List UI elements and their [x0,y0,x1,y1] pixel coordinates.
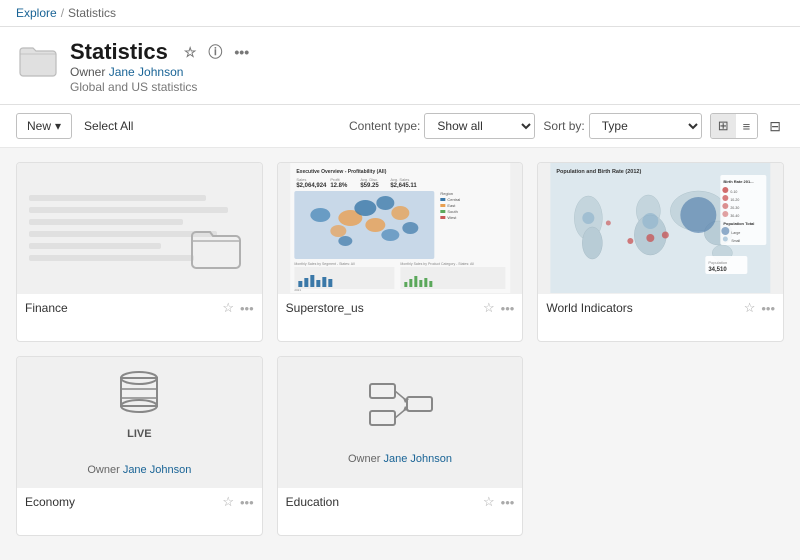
card-superstore-thumb: Executive Overview - Profitability (All)… [278,163,523,293]
owner-line: Owner Jane Johnson [70,65,251,79]
toolbar: New ▾ Select All Content type: Show all … [0,105,800,148]
svg-text:Small: Small [732,239,741,243]
page-header: Statistics ☆ ⓘ ••• Owner Jane Johnson Gl… [0,27,800,105]
svg-text:$2,645.11: $2,645.11 [390,183,417,189]
card-superstore-name: Superstore_us [286,301,364,315]
svg-text:Sales: Sales [296,177,306,182]
economy-more-icon[interactable]: ••• [240,495,254,510]
card-world-footer: World Indicators ☆ ••• [538,293,783,322]
chevron-down-icon: ▾ [55,119,61,133]
svg-text:34,510: 34,510 [709,267,728,273]
svg-text:Monthly Sales by Segment - Sta: Monthly Sales by Segment - States: All [294,262,355,266]
grid-view-button[interactable]: ⊞ [711,114,736,138]
content-type-select[interactable]: Show all Workbooks Views Data Sources Fl… [424,113,535,139]
select-all-button[interactable]: Select All [84,119,133,133]
svg-text:Avg. Disc.: Avg. Disc. [360,177,378,182]
svg-text:Avg. Sales: Avg. Sales [390,177,409,182]
svg-text:Population Total: Population Total [724,221,755,226]
svg-text:12.8%: 12.8% [330,183,348,189]
page-title: Statistics ☆ ⓘ ••• [70,39,251,65]
world-more-icon[interactable]: ••• [761,301,775,316]
sort-by-select[interactable]: Type Name Date Modified Owner [589,113,702,139]
svg-text:Region: Region [440,191,453,196]
svg-text:South: South [447,209,457,214]
superstore-more-icon[interactable]: ••• [501,301,515,316]
svg-text:20-30: 20-30 [731,206,740,210]
education-star-icon[interactable]: ☆ [483,494,495,510]
card-finance-name: Finance [25,301,68,315]
card-education[interactable]: Owner Jane Johnson Education ☆ ••• [277,356,524,536]
card-finance-thumb [17,163,262,293]
superstore-star-icon[interactable]: ☆ [483,300,495,316]
new-button[interactable]: New ▾ [16,113,72,139]
card-superstore-footer: Superstore_us ☆ ••• [278,293,523,322]
svg-text:10-20: 10-20 [731,198,740,202]
description: Global and US statistics [70,80,251,94]
economy-owner: Owner Jane Johnson [87,464,191,476]
card-education-footer: Education ☆ ••• [278,487,523,516]
svg-text:30-40: 30-40 [731,214,740,218]
svg-text:Central: Central [447,197,460,202]
more-options-icon[interactable]: ••• [232,43,251,61]
svg-text:East: East [447,203,456,208]
economy-star-icon[interactable]: ☆ [222,494,234,510]
filter-icon[interactable]: ⊟ [766,115,784,138]
education-owner: Owner Jane Johnson [348,453,452,465]
svg-text:0-10: 0-10 [731,190,738,194]
card-economy-footer: Economy ☆ ••• [17,487,262,516]
svg-text:Monthly Sales by Product Categ: Monthly Sales by Product Category - Stat… [400,262,474,266]
world-star-icon[interactable]: ☆ [744,300,756,316]
svg-text:Population: Population [709,260,728,265]
svg-text:Executive Overview - Profitabi: Executive Overview - Profitability (All) [296,169,386,175]
card-education-name: Education [286,495,339,509]
svg-text:Birth Rate 201...: Birth Rate 201... [724,179,754,184]
card-finance[interactable]: Finance ☆ ••• [16,162,263,342]
list-view-button[interactable]: ≡ [736,115,758,138]
content-type-filter: Content type: Show all Workbooks Views D… [349,113,535,139]
education-more-icon[interactable]: ••• [501,495,515,510]
sort-by-filter: Sort by: Type Name Date Modified Owner [543,113,701,139]
svg-text:$2,064,924: $2,064,924 [296,183,327,189]
live-badge: LIVE [127,428,151,440]
breadcrumb-explore[interactable]: Explore [16,6,57,20]
card-finance-footer: Finance ☆ ••• [17,293,262,322]
favorite-icon[interactable]: ☆ [182,43,199,61]
card-economy[interactable]: LIVE Owner Jane Johnson Economy ☆ ••• [16,356,263,536]
breadcrumb-current: Statistics [68,6,116,20]
finance-more-icon[interactable]: ••• [240,301,254,316]
content-grid: Finance ☆ ••• Executive Overview - Profi… [0,148,800,550]
card-world[interactable]: Population and Birth Rate (2012) [537,162,784,342]
card-education-thumb: Owner Jane Johnson [278,357,523,487]
card-superstore[interactable]: Executive Overview - Profitability (All)… [277,162,524,342]
view-toggle: ⊞ ≡ [710,113,759,139]
svg-text:$59.25: $59.25 [360,183,379,189]
economy-owner-link[interactable]: Jane Johnson [123,464,192,476]
folder-icon [16,39,60,83]
card-world-name: World Indicators [546,301,632,315]
svg-text:Profit: Profit [330,177,340,182]
svg-text:West: West [447,215,457,220]
svg-text:Population and Birth Rate (201: Population and Birth Rate (2012) [557,169,642,175]
card-economy-name: Economy [25,495,75,509]
svg-text:Large: Large [732,231,741,235]
education-owner-link[interactable]: Jane Johnson [383,453,452,465]
breadcrumb: Explore / Statistics [0,0,800,27]
breadcrumb-separator: / [61,6,64,20]
card-economy-thumb: LIVE Owner Jane Johnson [17,357,262,487]
finance-star-icon[interactable]: ☆ [222,300,234,316]
owner-link[interactable]: Jane Johnson [109,65,184,79]
info-icon[interactable]: ⓘ [206,43,224,61]
card-world-thumb: Population and Birth Rate (2012) [538,163,783,293]
svg-text:2021: 2021 [294,288,301,292]
